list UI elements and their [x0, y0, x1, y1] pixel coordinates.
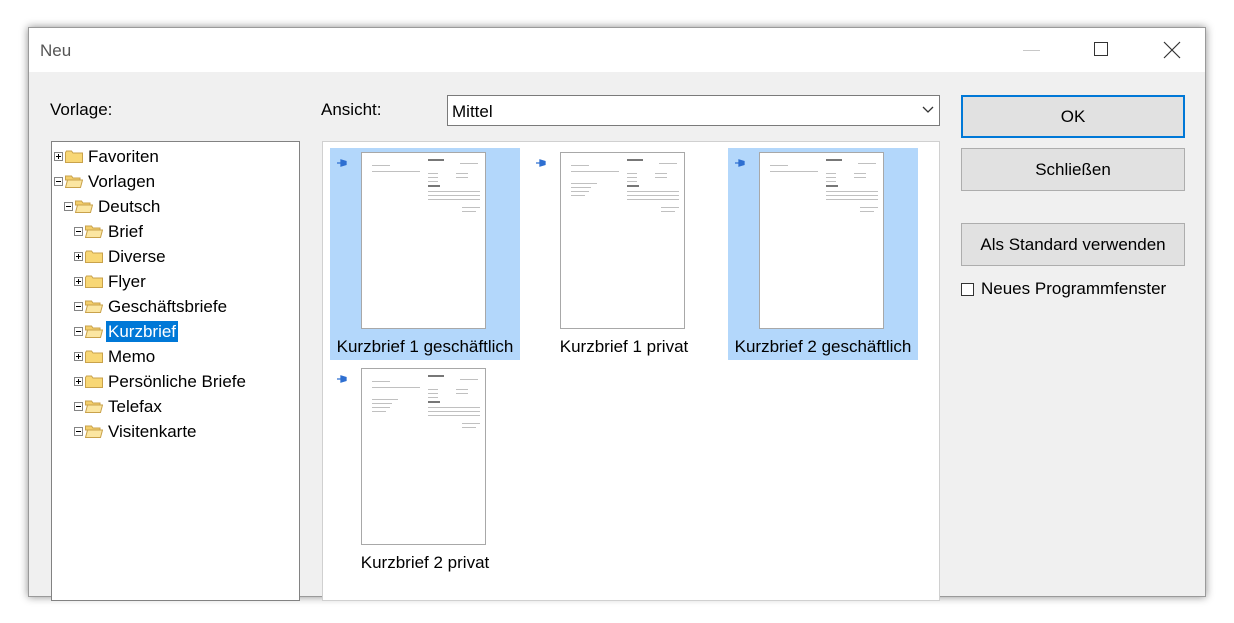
tree-item-label: Deutsch [98, 196, 161, 216]
template-caption: Kurzbrief 1 privat [559, 337, 689, 356]
tree-item-label: Flyer [108, 271, 146, 291]
folder-open-icon [64, 175, 84, 188]
folder-open-icon [84, 300, 104, 313]
new-window-label: Neues Programmfenster [981, 279, 1167, 298]
maximize-button[interactable] [1067, 28, 1137, 72]
tree-item[interactable]: Deutsch [64, 195, 162, 217]
close-button[interactable]: Schließen [961, 148, 1185, 191]
collapse-icon[interactable] [64, 201, 73, 211]
pin-icon [337, 370, 347, 388]
new-document-dialog: Neu Vorlage: Ansicht: Mittel Favoriten Vo… [28, 27, 1206, 601]
pin-icon [337, 154, 347, 172]
tree-item[interactable]: Brief [74, 220, 145, 242]
tree-item[interactable]: Diverse [74, 245, 168, 267]
tree-item-label: Kurzbrief [106, 320, 179, 342]
expand-icon[interactable] [74, 276, 83, 286]
expand-icon[interactable] [74, 251, 83, 261]
close-icon [1163, 41, 1181, 59]
title-bar: Neu [29, 28, 1205, 72]
folder-open-icon [84, 225, 104, 238]
tree-item[interactable]: Vorlagen [54, 170, 157, 192]
tree-item-label: Geschäftsbriefe [108, 296, 228, 316]
tree-item-label: Telefax [108, 396, 162, 416]
expand-icon[interactable] [74, 376, 83, 386]
dialog-title: Neu [40, 41, 72, 60]
view-label: Ansicht: [321, 100, 382, 119]
tree-item[interactable]: Geschäftsbriefe [74, 295, 229, 317]
folder-open-icon [84, 425, 104, 438]
tree-item[interactable]: Flyer [74, 270, 148, 292]
tree-item-label: Visitenkarte [108, 421, 197, 441]
template-caption: Kurzbrief 2 privat [360, 553, 490, 572]
tree-item[interactable]: Persönliche Briefe [74, 370, 248, 392]
template-tile[interactable]: Kurzbrief 2 privat [330, 364, 520, 576]
tree-item-label: Vorlagen [88, 171, 156, 191]
chevron-down-icon [922, 106, 934, 113]
view-select[interactable]: Mittel [447, 95, 940, 126]
view-select-value: Mittel [452, 102, 493, 121]
template-thumbnail [560, 152, 685, 329]
collapse-icon[interactable] [54, 176, 63, 186]
template-thumbnail [759, 152, 884, 329]
tree-item-label: Diverse [108, 246, 166, 266]
collapse-icon[interactable] [74, 426, 83, 436]
tree-item[interactable]: Visitenkarte [74, 420, 199, 442]
folder-icon [85, 350, 103, 363]
collapse-icon[interactable] [74, 301, 83, 311]
collapse-icon[interactable] [74, 401, 83, 411]
template-tree[interactable]: Favoriten Vorlagen Deutsch Brief Diverse Flye… [51, 141, 300, 601]
tree-item[interactable]: Kurzbrief [74, 320, 179, 342]
minimize-button[interactable] [997, 28, 1067, 72]
folder-icon [85, 250, 103, 263]
template-label: Vorlage: [50, 100, 113, 119]
pin-icon [536, 154, 546, 172]
pin-icon [735, 154, 745, 172]
folder-icon [85, 275, 103, 288]
set-default-button[interactable]: Als Standard verwenden [961, 223, 1185, 266]
close-window-button[interactable] [1137, 28, 1207, 72]
template-tile[interactable]: Kurzbrief 1 geschäftlich [330, 148, 520, 360]
tree-item[interactable]: Favoriten [54, 145, 161, 167]
template-caption: Kurzbrief 2 geschäftlich [734, 337, 912, 356]
tree-item[interactable]: Telefax [74, 395, 164, 417]
maximize-icon [1094, 42, 1108, 56]
template-thumbnail [361, 152, 486, 329]
collapse-icon[interactable] [74, 326, 83, 336]
folder-open-icon [74, 200, 94, 213]
tree-item-label: Memo [108, 346, 156, 366]
new-window-option[interactable]: Neues Programmfenster [961, 279, 1166, 299]
collapse-icon[interactable] [74, 226, 83, 236]
tree-item-label: Favoriten [88, 146, 159, 166]
tree-item-label: Persönliche Briefe [108, 371, 246, 391]
tree-item-label: Brief [108, 221, 143, 241]
template-tile[interactable]: Kurzbrief 2 geschäftlich [728, 148, 918, 360]
minimize-icon [1023, 50, 1040, 51]
tree-item[interactable]: Memo [74, 345, 157, 367]
folder-open-icon [84, 325, 104, 338]
folder-icon [65, 150, 83, 163]
template-tile[interactable]: Kurzbrief 1 privat [529, 148, 719, 360]
expand-icon[interactable] [54, 151, 63, 161]
expand-icon[interactable] [74, 351, 83, 361]
new-window-checkbox[interactable] [961, 282, 974, 296]
folder-icon [85, 375, 103, 388]
template-caption: Kurzbrief 1 geschäftlich [336, 337, 514, 356]
folder-open-icon [84, 400, 104, 413]
template-thumbnail [361, 368, 486, 545]
ok-button[interactable]: OK [961, 95, 1185, 138]
template-gallery[interactable]: Kurzbrief 1 geschäftlich Kurzbrief 1 priv… [322, 141, 940, 601]
